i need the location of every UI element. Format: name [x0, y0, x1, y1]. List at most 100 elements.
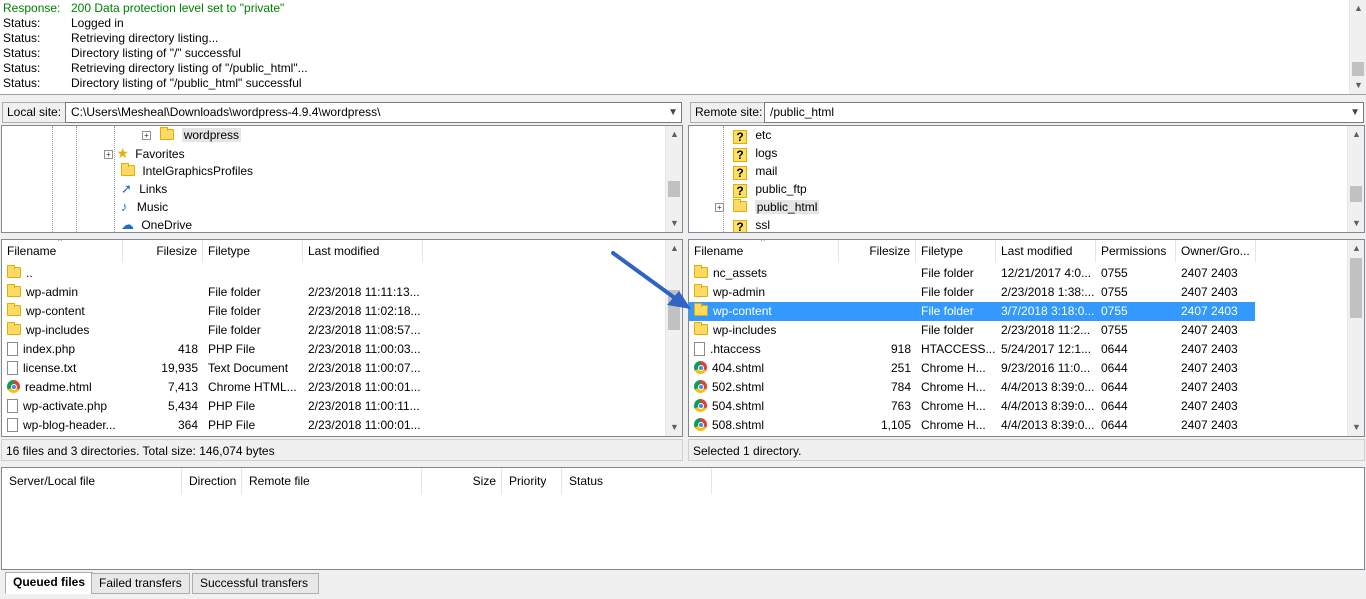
file-type: File folder [208, 285, 261, 299]
expand-icon[interactable]: + [104, 150, 113, 159]
table-row[interactable]: nc_assets File folder 12/21/2017 4:0... 075… [689, 264, 1255, 283]
file-permissions: 0644 [1101, 342, 1128, 356]
remote-path-text: /public_html [770, 105, 835, 119]
scroll-down-icon[interactable]: ▼ [1348, 215, 1364, 232]
col-permissions[interactable]: Permissions [1096, 240, 1176, 262]
col-owner-group[interactable]: Owner/Gro... [1176, 240, 1256, 262]
file-modified: 9/23/2016 11:0... [1001, 361, 1091, 375]
col-filetype[interactable]: Filetype [203, 240, 303, 262]
col-status[interactable]: Status [562, 468, 712, 494]
message-log[interactable]: Response: 200 Data protection level set t… [0, 0, 1366, 95]
table-row[interactable]: wp-includes File folder 2/23/2018 11:2... 0… [689, 321, 1255, 340]
scroll-down-icon[interactable]: ▼ [666, 215, 682, 232]
scroll-thumb[interactable] [1352, 62, 1364, 76]
col-last-modified[interactable]: Last modified [303, 240, 423, 262]
scroll-down-icon[interactable]: ▼ [666, 419, 682, 436]
col-direction[interactable]: Direction [182, 468, 242, 494]
tree-item-mail[interactable]: ? mail [733, 162, 777, 180]
col-server-local-file[interactable]: Server/Local file [2, 468, 182, 494]
col-size[interactable]: Size [422, 468, 502, 494]
tree-item-public-ftp[interactable]: ? public_ftp [733, 180, 807, 198]
scroll-up-icon[interactable]: ▲ [1348, 240, 1364, 257]
table-row[interactable]: wp-content File folder 2/23/2018 11:02:18.… [2, 302, 666, 321]
file-type: Chrome H... [921, 380, 986, 394]
tree-item-intelgraphicsprofiles[interactable]: IntelGraphicsProfiles [121, 162, 253, 180]
tree-item-logs[interactable]: ? logs [733, 144, 777, 162]
scroll-down-icon[interactable]: ▼ [1348, 419, 1364, 436]
table-row[interactable]: 404.shtml 251 Chrome H... 9/23/2016 11:0...… [689, 359, 1255, 378]
scroll-up-icon[interactable]: ▲ [666, 126, 682, 143]
file-type: File folder [921, 266, 974, 280]
file-size [123, 264, 198, 283]
col-remote-file[interactable]: Remote file [242, 468, 422, 494]
col-priority[interactable]: Priority [502, 468, 562, 494]
file-type: File folder [921, 323, 974, 337]
file-permissions: 0644 [1101, 418, 1128, 432]
col-filesize[interactable]: Filesize [839, 240, 916, 262]
table-row[interactable]: wp-blog-header... 364 PHP File 2/23/2018 11… [2, 416, 666, 435]
expand-icon[interactable]: + [715, 203, 724, 212]
table-row[interactable]: .. [2, 264, 666, 283]
chevron-down-icon[interactable]: ▼ [1350, 103, 1360, 122]
log-scrollbar[interactable]: ▲ ▼ [1349, 0, 1366, 94]
table-row[interactable]: wp-admin File folder 2/23/2018 11:11:13... [2, 283, 666, 302]
file-modified: 2/23/2018 11:2... [1001, 323, 1091, 337]
table-row[interactable]: readme.html 7,413 Chrome HTML... 2/23/2018 … [2, 378, 666, 397]
col-filename[interactable]: Filename [2, 240, 123, 262]
expand-icon[interactable]: + [142, 131, 151, 140]
tree-item-etc[interactable]: ? etc [733, 126, 771, 144]
table-row[interactable]: wp-admin File folder 2/23/2018 1:38:... 075… [689, 283, 1255, 302]
scroll-thumb[interactable] [1350, 186, 1362, 202]
transfer-queue[interactable]: Server/Local file Direction Remote file … [1, 467, 1365, 570]
col-last-modified[interactable]: Last modified [996, 240, 1096, 262]
file-modified: 5/24/2017 12:1... [1001, 342, 1092, 356]
local-tree[interactable]: + wordpress + ★ Favorites IntelGraphicsP… [1, 125, 683, 233]
table-row[interactable]: license.txt 19,935 Text Document 2/23/2018 … [2, 359, 666, 378]
remote-files-scrollbar[interactable]: ▲ ▼ [1347, 240, 1364, 436]
folder-icon [160, 127, 175, 140]
table-row[interactable]: index.php 418 PHP File 2/23/2018 11:00:03..… [2, 340, 666, 359]
scroll-down-icon[interactable]: ▼ [1350, 77, 1366, 94]
table-row[interactable]: wp-includes File folder 2/23/2018 11:08:57… [2, 321, 666, 340]
tree-item-wordpress[interactable]: + wordpress [142, 126, 242, 144]
tree-item-links[interactable]: ➚ Links [121, 180, 167, 198]
table-row[interactable]: wp-activate.php 5,434 PHP File 2/23/2018 11… [2, 397, 666, 416]
remote-tree[interactable]: ? etc ? logs ? mail ? public_ftp + publi… [688, 125, 1365, 233]
tree-item-favorites[interactable]: + ★ Favorites [104, 144, 185, 162]
tab-successful-transfers[interactable]: Successful transfers [192, 573, 319, 594]
scroll-up-icon[interactable]: ▲ [1348, 126, 1364, 143]
local-file-list[interactable]: Filename Filesize Filetype Last modified… [1, 239, 683, 437]
file-name: wp-admin [713, 285, 766, 299]
scroll-thumb[interactable] [1350, 258, 1362, 318]
chevron-down-icon[interactable]: ▼ [668, 103, 678, 122]
tree-item-ssl[interactable]: ? ssl [733, 216, 770, 232]
cloud-icon: ☁ [121, 217, 134, 232]
file-type: Chrome H... [921, 399, 986, 413]
file-type: Text Document [208, 361, 289, 375]
table-row[interactable]: 508.shtml 1,105 Chrome H... 4/4/2013 8:39:0… [689, 416, 1255, 435]
file-owner: 2407 2403 [1181, 361, 1238, 375]
tab-failed-transfers[interactable]: Failed transfers [91, 573, 190, 594]
remote-file-list[interactable]: Filename Filesize Filetype Last modified… [688, 239, 1365, 437]
tree-item-onedrive[interactable]: ☁ OneDrive [121, 216, 192, 232]
scroll-up-icon[interactable]: ▲ [1350, 0, 1366, 17]
tab-queued-files[interactable]: Queued files [5, 572, 94, 594]
tree-item-music[interactable]: ♪ Music [121, 198, 168, 216]
file-owner: 2407 2403 [1181, 266, 1238, 280]
col-filetype[interactable]: Filetype [916, 240, 996, 262]
table-row[interactable]: 504.shtml 763 Chrome H... 4/4/2013 8:39:0..… [689, 397, 1255, 416]
file-name: nc_assets [713, 266, 768, 280]
tree-item-public-html[interactable]: + public_html [715, 198, 820, 216]
file-size: 19,935 [161, 361, 198, 375]
remote-tree-scrollbar[interactable]: ▲ ▼ [1347, 126, 1364, 232]
table-row[interactable]: wp-content File folder 3/7/2018 3:18:0... 0… [689, 302, 1255, 321]
file-modified: 4/4/2013 8:39:0... [1001, 380, 1095, 394]
local-site-path[interactable]: C:\Users\Mesheal\Downloads\wordpress-4.9… [65, 102, 682, 123]
col-filesize[interactable]: Filesize [123, 240, 203, 262]
local-tree-scrollbar[interactable]: ▲ ▼ [665, 126, 682, 232]
table-row[interactable]: 502.shtml 784 Chrome H... 4/4/2013 8:39:0..… [689, 378, 1255, 397]
file-name: wp-blog-header... [23, 418, 116, 432]
scroll-thumb[interactable] [668, 181, 680, 197]
remote-site-path[interactable]: /public_html ▼ [764, 102, 1364, 123]
table-row[interactable]: .htaccess 918 HTACCESS... 5/24/2017 12:1...… [689, 340, 1255, 359]
